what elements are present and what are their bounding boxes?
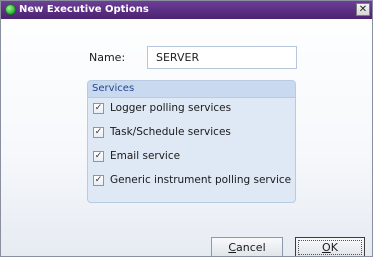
- ok-button[interactable]: OK: [295, 237, 365, 256]
- title-bar[interactable]: New Executive Options ✕: [1, 1, 372, 19]
- name-label: Name:: [89, 51, 126, 64]
- services-group-title: Services: [92, 83, 135, 94]
- task-schedule-label[interactable]: Task/Schedule services: [110, 126, 231, 138]
- name-input[interactable]: SERVER: [147, 46, 297, 69]
- window-title: New Executive Options: [19, 4, 149, 15]
- ok-accelerator: O: [322, 241, 331, 254]
- services-group-header: Services: [88, 81, 295, 98]
- logger-polling-label[interactable]: Logger polling services: [110, 102, 231, 114]
- email-service-checkbox[interactable]: ✓: [93, 151, 104, 162]
- services-group: Services ✓ Logger polling services ✓ Tas…: [87, 80, 296, 203]
- generic-instrument-checkbox[interactable]: ✓: [93, 175, 104, 186]
- green-dot-icon: [6, 5, 15, 14]
- logger-polling-checkbox[interactable]: ✓: [93, 103, 104, 114]
- task-schedule-checkbox[interactable]: ✓: [93, 127, 104, 138]
- cancel-button[interactable]: Cancel: [211, 237, 283, 256]
- generic-instrument-label[interactable]: Generic instrument polling service: [110, 174, 291, 186]
- close-icon: ✕: [358, 4, 368, 15]
- close-button[interactable]: ✕: [356, 3, 370, 16]
- cancel-label-rest: ancel: [236, 241, 266, 254]
- ok-label-rest: K: [330, 241, 338, 254]
- cancel-accelerator: C: [228, 241, 237, 254]
- email-service-label[interactable]: Email service: [110, 150, 180, 162]
- dialog-window: New Executive Options ✕ Name: SERVER Ser…: [0, 0, 373, 257]
